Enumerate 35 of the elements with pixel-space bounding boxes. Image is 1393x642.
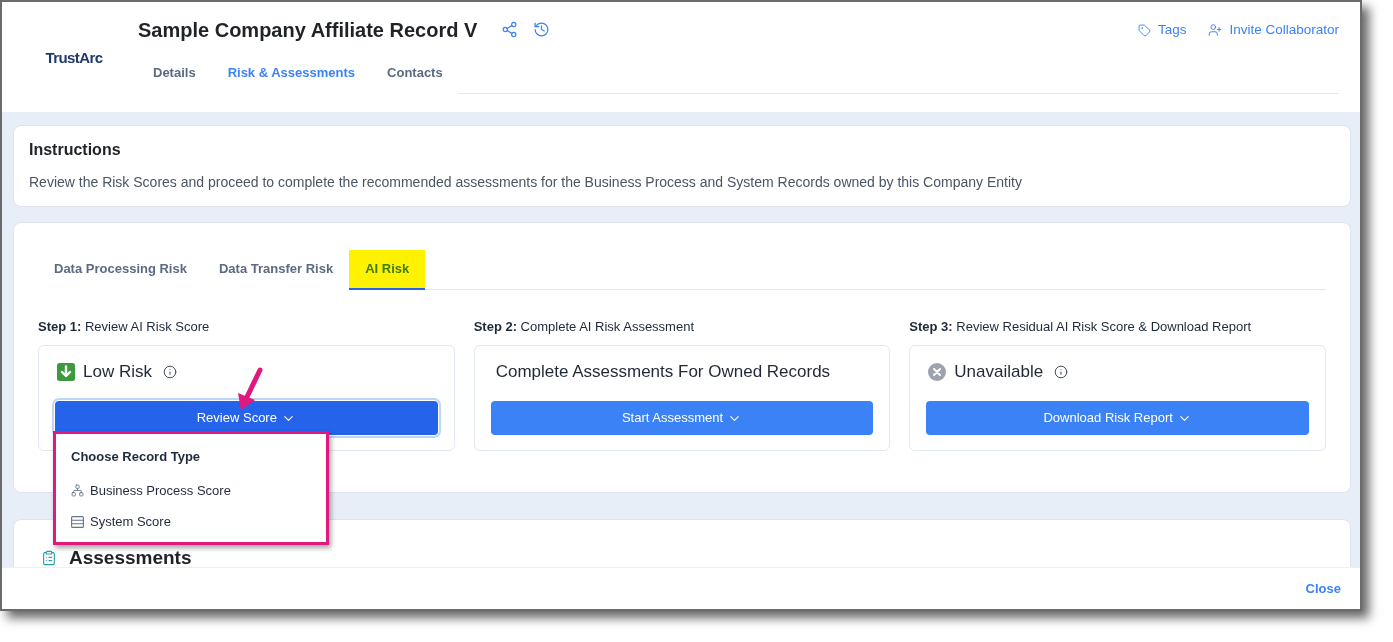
x-circle-icon: [928, 363, 947, 381]
step-label: Step 2: Complete AI Risk Assessment: [473, 319, 695, 335]
close-link[interactable]: Close: [1305, 578, 1341, 599]
nav-tab[interactable]: Risk & Assessments: [227, 64, 356, 82]
dropdown-button[interactable]: Download Risk Report: [926, 401, 1309, 435]
nav-tab[interactable]: Details: [153, 64, 196, 82]
header-link[interactable]: Tags: [1137, 19, 1187, 41]
header-link[interactable]: Invite Collaborator: [1208, 19, 1339, 41]
list-icon: [71, 515, 84, 528]
hierarchy-icon: [71, 484, 84, 497]
info-icon[interactable]: [1054, 365, 1069, 379]
risk-tab[interactable]: AI Risk: [349, 250, 426, 290]
user-plus-icon: [1208, 23, 1223, 37]
logo: TrustArc: [45, 47, 103, 68]
nav-tab[interactable]: Contacts: [387, 64, 443, 82]
risk-status: Low Risk: [83, 362, 152, 382]
dropdown-button[interactable]: Review Score: [55, 401, 438, 435]
step-label: Step 3: Review Residual AI Risk Score & Download Report: [909, 319, 1253, 335]
risk-status: Unavailable: [954, 362, 1044, 382]
down-arrow-icon: [57, 363, 75, 381]
section-title: Assessments: [69, 548, 192, 567]
menu-item[interactable]: System Score: [56, 506, 326, 537]
card-heading: Complete Assessments For Owned Records: [495, 362, 831, 382]
share-icon[interactable]: [501, 21, 519, 38]
instructions-text: Review the Risk Scores and proceed to complete the recommended assessments for the Business Process and System Records owned by this Company Entity: [29, 173, 1023, 192]
info-icon[interactable]: [162, 365, 177, 379]
dropdown-button[interactable]: Start Assessment: [490, 401, 874, 435]
section-title: Instructions: [29, 140, 122, 160]
history-icon[interactable]: [533, 21, 551, 38]
step-label: Step 1: Review AI Risk Score: [38, 319, 211, 335]
menu-title: Choose Record Type: [70, 448, 202, 466]
record-title: Sample Company Affiliate Record V: [138, 18, 478, 42]
tag-icon: [1137, 23, 1151, 37]
menu-item[interactable]: Business Process Score: [56, 475, 326, 506]
clipboard-icon: [41, 549, 57, 566]
